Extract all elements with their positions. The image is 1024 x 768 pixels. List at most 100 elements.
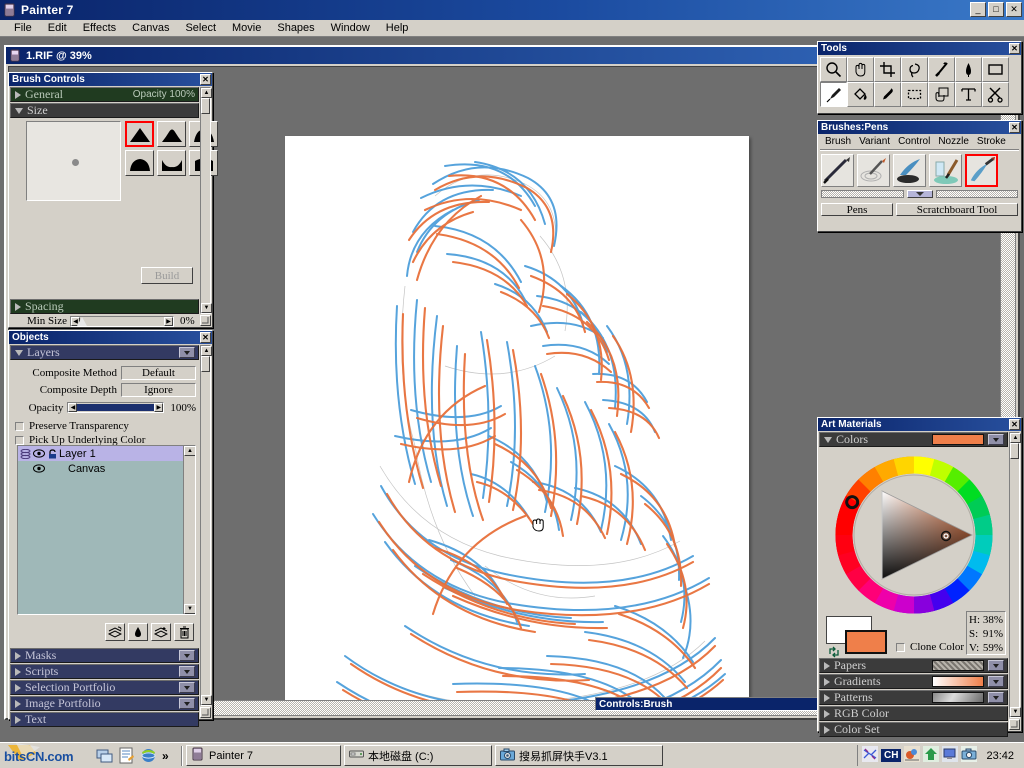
- objects-scroll-down-button[interactable]: ▼: [201, 695, 212, 705]
- objects-scrollbar[interactable]: ▲ ▼: [200, 345, 211, 706]
- table-row[interactable]: Layer 1: [18, 446, 195, 461]
- section-spacing[interactable]: Spacing: [10, 299, 199, 314]
- brushes-menubar[interactable]: Brush Variant Control Nozzle Stroke: [818, 134, 1021, 149]
- section-size[interactable]: Size: [10, 103, 199, 118]
- clone-color-row[interactable]: Clone Color: [896, 641, 964, 653]
- art-scroll-up-button[interactable]: ▲: [1010, 433, 1021, 443]
- menu-effects[interactable]: Effects: [75, 21, 124, 35]
- brush-variant-row[interactable]: [818, 151, 1021, 190]
- capture-tray-icon[interactable]: [961, 746, 977, 765]
- layers-list-scrollbar[interactable]: ▲ ▼: [183, 446, 195, 614]
- taskbar-button-painter[interactable]: Painter 7: [186, 745, 341, 766]
- section-patterns[interactable]: Patterns: [819, 690, 1008, 705]
- close-button[interactable]: ✕: [1006, 2, 1022, 17]
- new-layer-mask-button[interactable]: [128, 623, 148, 641]
- rectangular-selection-icon[interactable]: [901, 82, 928, 107]
- art-materials-sections[interactable]: Papers Gradients Patterns RGB Color Colo…: [819, 658, 1008, 737]
- internet-explorer-icon[interactable]: [140, 747, 157, 767]
- flat-color-pen-icon[interactable]: [821, 154, 854, 187]
- menu-canvas[interactable]: Canvas: [124, 21, 177, 35]
- minimize-button[interactable]: _: [970, 2, 986, 17]
- layer-options-button[interactable]: [105, 623, 125, 641]
- notepad-icon[interactable]: [118, 747, 135, 767]
- preserve-transparency-checkbox[interactable]: [15, 422, 24, 431]
- scratchboard-tool-icon[interactable]: [965, 154, 998, 187]
- magnifier-icon[interactable]: [820, 57, 847, 82]
- composite-method-row[interactable]: Composite Method Default: [15, 365, 196, 380]
- min-size-slider-thumb[interactable]: [77, 317, 87, 326]
- menu-shapes[interactable]: Shapes: [269, 21, 322, 35]
- art-scroll-down-button[interactable]: ▼: [1010, 707, 1021, 717]
- pen-icon[interactable]: [955, 57, 982, 82]
- colors-menu-button[interactable]: [988, 434, 1004, 445]
- calligraphy-icon[interactable]: [893, 154, 926, 187]
- magic-wand-icon[interactable]: [928, 57, 955, 82]
- min-size-slider-track[interactable]: ◀ ▶: [70, 316, 174, 327]
- brush-scroll-thumb[interactable]: [201, 98, 210, 114]
- new-layer-button[interactable]: [151, 623, 171, 641]
- build-button[interactable]: Build: [141, 267, 193, 284]
- primary-color-swatch[interactable]: [845, 630, 887, 654]
- monitor-icon[interactable]: [942, 746, 958, 765]
- section-gradients[interactable]: Gradients: [819, 674, 1008, 689]
- art-materials-resize-grip[interactable]: [1009, 719, 1020, 730]
- brush-variant-sliders[interactable]: [818, 190, 1021, 198]
- section-general[interactable]: General Opacity 100%: [10, 87, 199, 102]
- menu-movie[interactable]: Movie: [224, 21, 269, 35]
- ime-indicator[interactable]: CH: [881, 749, 901, 762]
- pick-up-underlying-checkbox[interactable]: [15, 436, 24, 445]
- masks-menu-button[interactable]: [179, 650, 195, 661]
- tools-palette[interactable]: Tools ✕: [817, 41, 1022, 114]
- section-image-portfolio[interactable]: Image Portfolio: [10, 696, 199, 711]
- tools-grid[interactable]: [818, 55, 1021, 109]
- section-papers[interactable]: Papers: [819, 658, 1008, 673]
- table-row[interactable]: Canvas: [18, 461, 195, 476]
- section-masks[interactable]: Masks: [10, 648, 199, 663]
- variant-scroll-left[interactable]: [821, 190, 904, 198]
- variant-dropdown-button[interactable]: [907, 190, 933, 198]
- layer-visibility-icon[interactable]: [32, 464, 46, 473]
- menu-edit[interactable]: Edit: [40, 21, 75, 35]
- layer-stack-icon[interactable]: [18, 449, 32, 459]
- section-text[interactable]: Text: [10, 712, 199, 727]
- show-desktop-icon[interactable]: [96, 747, 113, 767]
- section-selection-portfolio[interactable]: Selection Portfolio: [10, 680, 199, 695]
- brushes-menu-control[interactable]: Control: [894, 136, 934, 147]
- image-portfolio-menu-button[interactable]: [179, 698, 195, 709]
- art-materials-scrollbar[interactable]: ▲ ▼: [1009, 432, 1020, 718]
- art-materials-close-icon[interactable]: ✕: [1009, 419, 1020, 430]
- layers-scroll-up-button[interactable]: ▲: [184, 446, 196, 456]
- layer-opacity-row[interactable]: Opacity ◀ ▶ 100%: [15, 400, 196, 415]
- objects-collapsed-sections[interactable]: Masks Scripts Selection Portfolio Image …: [10, 648, 199, 727]
- section-colors[interactable]: Colors: [819, 432, 1008, 447]
- grabber-icon[interactable]: [847, 57, 874, 82]
- clone-color-checkbox[interactable]: [896, 643, 905, 652]
- text-icon[interactable]: [955, 82, 982, 107]
- menu-file[interactable]: File: [6, 21, 40, 35]
- objects-palette[interactable]: Objects ✕ Layers Composite Method Defaul…: [8, 330, 213, 720]
- scratchboard-rake-icon[interactable]: [857, 154, 890, 187]
- crop-icon[interactable]: [874, 57, 901, 82]
- brushes-close-icon[interactable]: ✕: [1009, 122, 1020, 133]
- menu-select[interactable]: Select: [177, 21, 224, 35]
- layers-scroll-down-button[interactable]: ▼: [184, 604, 196, 614]
- brushes-menu-nozzle[interactable]: Nozzle: [934, 136, 973, 147]
- brush-category-buttons[interactable]: Pens Scratchboard Tool: [818, 201, 1021, 220]
- brush-scroll-down-button[interactable]: ▼: [201, 303, 212, 313]
- dab-shape-3[interactable]: [125, 150, 154, 176]
- section-scripts[interactable]: Scripts: [10, 664, 199, 679]
- brush-variant-button[interactable]: Scratchboard Tool: [896, 203, 1018, 216]
- objects-scroll-thumb[interactable]: [201, 356, 210, 372]
- layer-opacity-track[interactable]: ◀ ▶: [67, 402, 164, 413]
- layer-action-buttons[interactable]: [105, 623, 194, 641]
- brushes-menu-stroke[interactable]: Stroke: [973, 136, 1010, 147]
- taskbar-button-drive[interactable]: 本地磁盘 (C:): [344, 745, 492, 766]
- preserve-transparency-row[interactable]: Preserve Transparency: [15, 419, 196, 433]
- quicklaunch-more-button[interactable]: »: [162, 749, 169, 763]
- layer-lock-icon[interactable]: [46, 449, 59, 459]
- brush-controls-resize-grip[interactable]: [200, 315, 211, 326]
- objects-close-icon[interactable]: ✕: [200, 332, 211, 343]
- menu-window[interactable]: Window: [323, 21, 378, 35]
- brushes-palette[interactable]: Brushes:Pens ✕ Brush Variant Control Noz…: [817, 120, 1022, 232]
- volume-icon[interactable]: [904, 746, 920, 765]
